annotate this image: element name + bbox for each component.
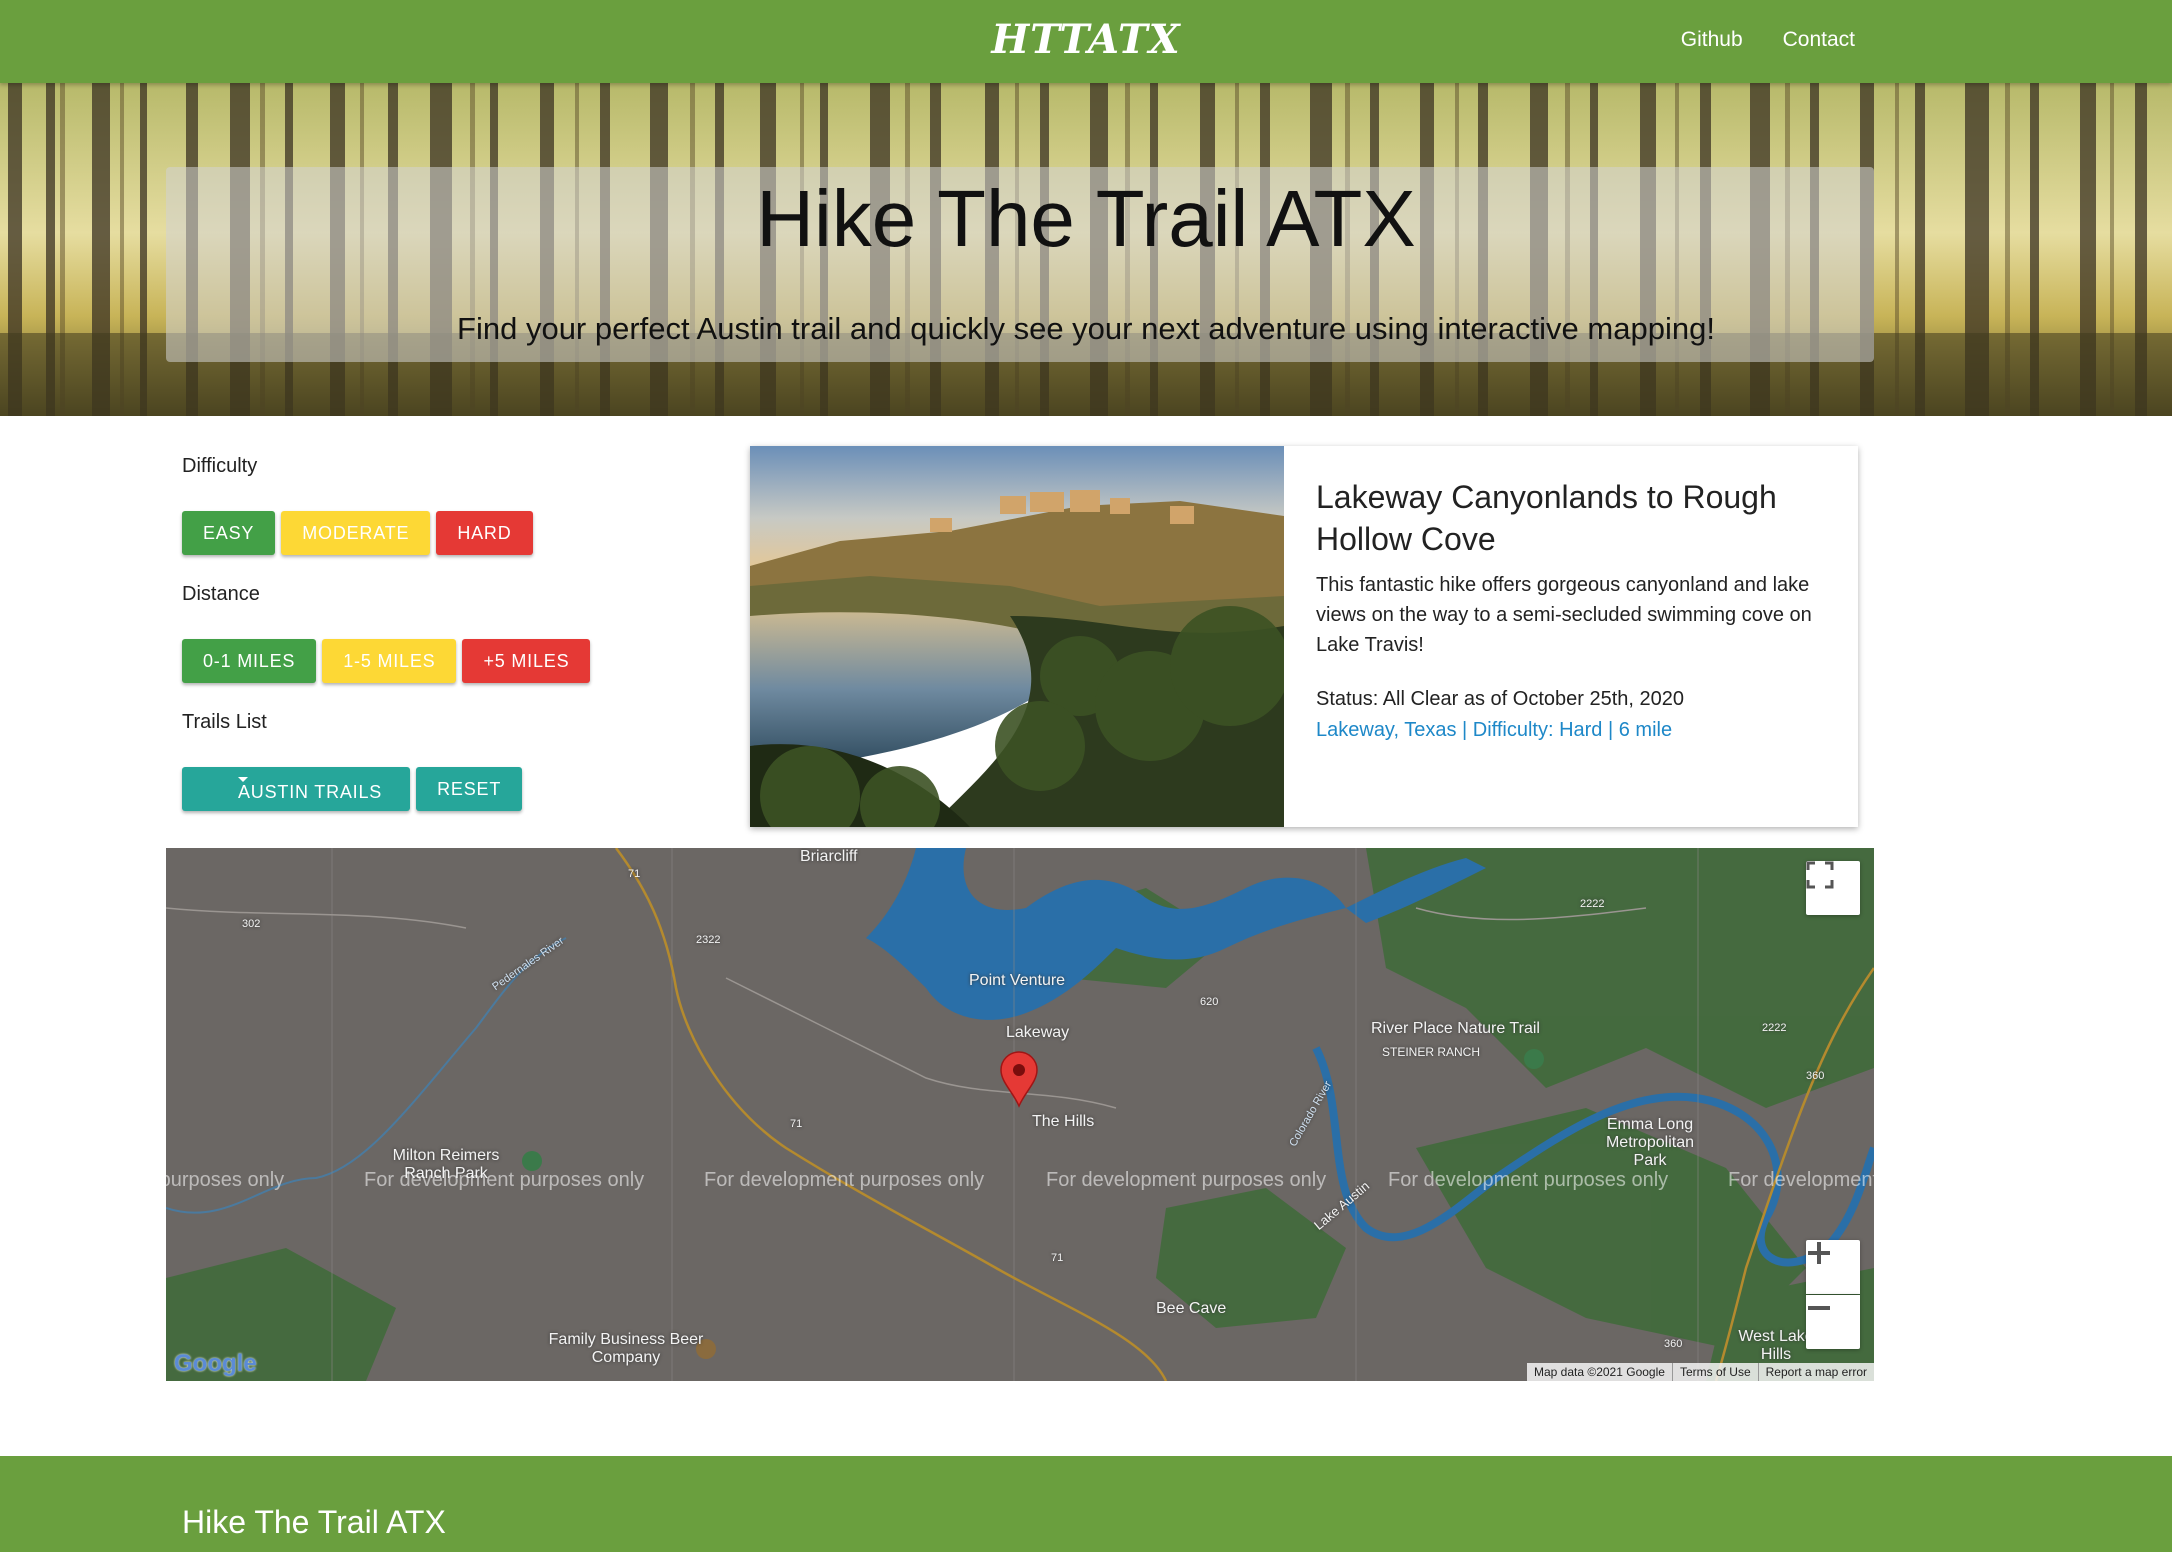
road-label-71-mid: 71 xyxy=(790,1118,803,1130)
map-label-family-business: Family Business Beer Company xyxy=(548,1331,704,1366)
trails-controls: AUSTIN TRAILS RESET xyxy=(182,767,702,811)
nav-links: Github Contact xyxy=(1681,28,1855,52)
dev-watermark-5: For development purposes only xyxy=(1388,1169,1669,1191)
map-canvas[interactable] xyxy=(166,848,1874,1381)
austin-trails-label: AUSTIN TRAILS xyxy=(238,781,383,802)
trail-title: Lakeway Canyonlands to Rough Hollow Cove xyxy=(1316,479,1777,557)
road-label-620: 620 xyxy=(1200,996,1219,1008)
map-label-lakeway: Lakeway xyxy=(1006,1024,1070,1041)
minus-icon xyxy=(1808,1306,1830,1310)
austin-trails-dropdown[interactable]: AUSTIN TRAILS xyxy=(182,767,411,811)
road-label-302: 302 xyxy=(242,918,261,930)
trails-list-label: Trails List xyxy=(182,711,267,733)
trail-meta-link[interactable]: Lakeway, Texas | Difficulty: Hard | 6 mi… xyxy=(1316,719,1836,742)
dev-watermark-3: For development purposes only xyxy=(704,1169,985,1191)
map-label-steiner-ranch: STEINER RANCH xyxy=(1382,1045,1481,1059)
top-navbar: HTTATX Github Contact xyxy=(0,0,2172,83)
trail-card: Lakeway Canyonlands to Rough Hollow Cove… xyxy=(750,446,1858,827)
road-label-71-north: 71 xyxy=(628,868,641,880)
dev-watermark-1: For development purposes only xyxy=(166,1169,285,1191)
hard-button[interactable]: HARD xyxy=(436,511,533,555)
moderate-button[interactable]: MODERATE xyxy=(281,511,431,555)
road-label-360-south: 360 xyxy=(1664,1338,1683,1350)
map-data-credit: Map data ©2021 Google xyxy=(1534,1365,1665,1379)
filter-panel: Difficulty EASY MODERATE HARD Distance 0… xyxy=(182,455,702,839)
nav-contact-link[interactable]: Contact xyxy=(1783,28,1855,52)
trail-card-body: Lakeway Canyonlands to Rough Hollow Cove… xyxy=(1316,476,1836,742)
map-label-point-venture: Point Venture xyxy=(969,972,1066,989)
zoom-in-button[interactable] xyxy=(1806,1240,1860,1294)
brand-link[interactable]: HTTATX xyxy=(991,16,1180,63)
hero-title: Hike The Trail ATX xyxy=(756,174,1416,263)
distance-label: Distance xyxy=(182,583,260,605)
difficulty-buttons: EASY MODERATE HARD xyxy=(182,511,702,555)
footer-title: Hike The Trail ATX xyxy=(182,1504,446,1540)
distance-0-1-button[interactable]: 0-1 MILES xyxy=(182,639,317,683)
map-label-the-hills: The Hills xyxy=(1032,1113,1095,1130)
fullscreen-icon xyxy=(1806,861,1834,889)
map-label-emma-long: Emma Long Metropolitan Park xyxy=(1605,1116,1695,1169)
caret-down-icon xyxy=(238,777,248,782)
hero-subtitle: Find your perfect Austin trail and quick… xyxy=(457,311,1715,346)
distance-1-5-button[interactable]: 1-5 MILES xyxy=(322,639,457,683)
dev-watermark-6: For development purposes only xyxy=(1728,1169,1874,1191)
road-label-2222-east: 2222 xyxy=(1762,1022,1787,1034)
trail-map[interactable]: Briarcliff Point Venture Lakeway The Hil… xyxy=(166,848,1874,1381)
trail-description: This fantastic hike offers gorgeous cany… xyxy=(1316,574,1812,656)
road-label-360-north: 360 xyxy=(1806,1070,1825,1082)
zoom-out-button[interactable] xyxy=(1806,1295,1860,1349)
footer: Hike The Trail ATX xyxy=(0,1456,2172,1552)
map-label-river-place: River Place Nature Trail xyxy=(1371,1020,1540,1037)
difficulty-label: Difficulty xyxy=(182,455,258,477)
easy-button[interactable]: EASY xyxy=(182,511,276,555)
road-label-2322: 2322 xyxy=(696,934,721,946)
fullscreen-button[interactable] xyxy=(1806,861,1860,915)
reset-button[interactable]: RESET xyxy=(416,767,523,811)
terms-of-use-link[interactable]: Terms of Use xyxy=(1671,1363,1758,1381)
distance-5-plus-button[interactable]: +5 MILES xyxy=(462,639,591,683)
dev-watermark-2: For development purposes only xyxy=(364,1169,645,1191)
distance-buttons: 0-1 MILES 1-5 MILES +5 MILES xyxy=(182,639,702,683)
trail-photo xyxy=(750,446,1284,827)
nav-github-link[interactable]: Github xyxy=(1681,28,1743,52)
plus-icon xyxy=(1808,1242,1830,1264)
road-label-71-south: 71 xyxy=(1051,1252,1064,1264)
map-attribution: Map data ©2021 Google Terms of Use Repor… xyxy=(1527,1363,1874,1381)
trail-status: Status: All Clear as of October 25th, 20… xyxy=(1316,688,1684,710)
map-label-briarcliff: Briarcliff xyxy=(800,848,858,865)
dev-watermark-4: For development purposes only xyxy=(1046,1169,1327,1191)
hero-banner: Hike The Trail ATX Find your perfect Aus… xyxy=(0,83,2172,416)
map-label-bee-cave: Bee Cave xyxy=(1156,1300,1227,1317)
google-logo[interactable]: Google xyxy=(174,1350,257,1378)
report-map-error-link[interactable]: Report a map error xyxy=(1757,1363,1874,1381)
road-label-2222-north: 2222 xyxy=(1580,898,1605,910)
